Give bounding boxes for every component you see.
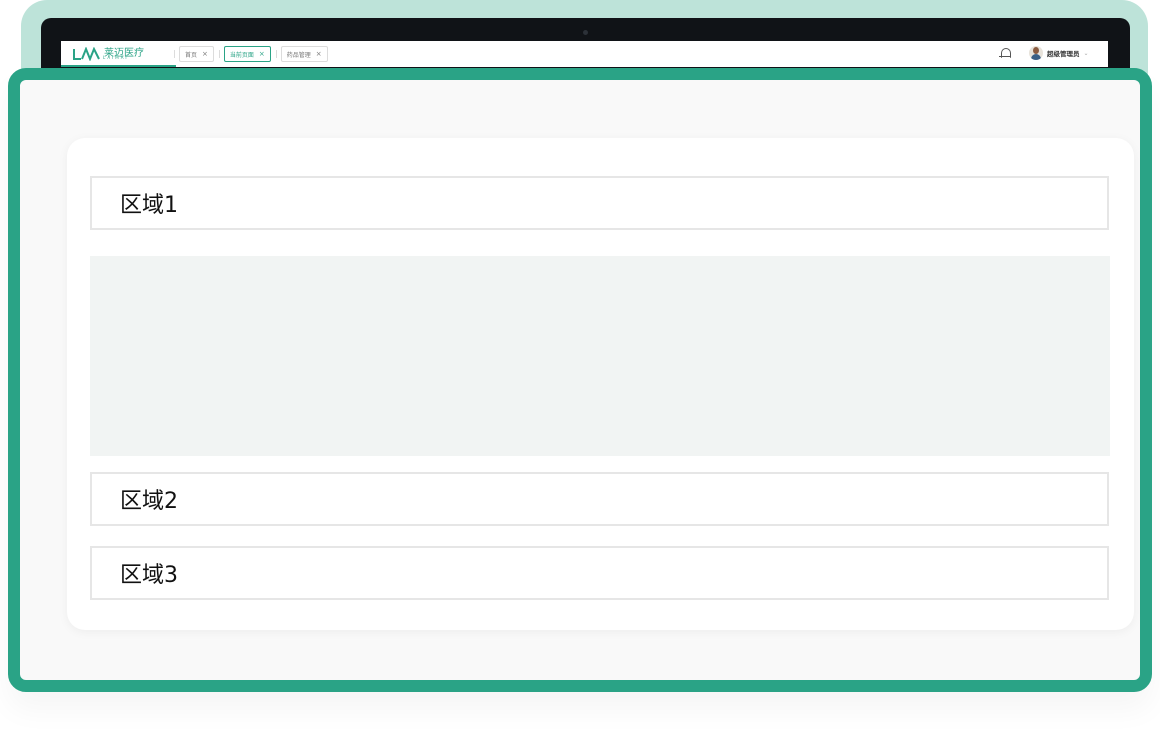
avatar (1029, 46, 1043, 60)
region-3[interactable]: 区域3 (90, 546, 1109, 600)
region-label: 区域2 (120, 489, 178, 514)
chevron-down-icon: ⌄ (1083, 49, 1089, 57)
brand-mark-icon (73, 47, 100, 61)
brand-logo[interactable]: 莱迈医疗 (73, 45, 144, 63)
tab-current-page[interactable]: 当前页面 × (218, 46, 271, 62)
close-icon[interactable]: × (202, 50, 208, 58)
user-menu[interactable]: 超级管理员 ⌄ (1029, 46, 1089, 60)
tab-home[interactable]: 首页 × (174, 46, 214, 62)
tab-bar: 首页 × 当前页面 × 药品管理 × (174, 46, 338, 62)
tab-label: 药品管理 (286, 51, 311, 59)
tab-drug-management[interactable]: 药品管理 × (275, 46, 328, 62)
bell-icon-base (999, 56, 1011, 57)
region-label: 区域3 (120, 563, 178, 588)
close-icon[interactable]: × (316, 50, 322, 58)
content-frame: 区域1 区域2 区域3 (8, 68, 1152, 692)
tab-label: 当前页面 (229, 51, 254, 59)
brand-subtext: LAIMAI (103, 55, 129, 60)
app-header: 莱迈医疗 LAIMAI 首页 × 当前页面 × 药品管理 × 超级管理员 ⌄ (61, 41, 1108, 67)
tab-label: 首页 (185, 51, 198, 59)
content-card: 区域1 区域2 区域3 (67, 138, 1134, 630)
placeholder-block (90, 256, 1110, 456)
brand-underline (61, 65, 176, 67)
region-2[interactable]: 区域2 (90, 472, 1109, 526)
user-name: 超级管理员 (1047, 50, 1080, 58)
close-icon[interactable]: × (259, 50, 265, 58)
camera-dot (583, 30, 588, 35)
region-label: 区域1 (120, 193, 178, 218)
region-1[interactable]: 区域1 (90, 176, 1109, 230)
